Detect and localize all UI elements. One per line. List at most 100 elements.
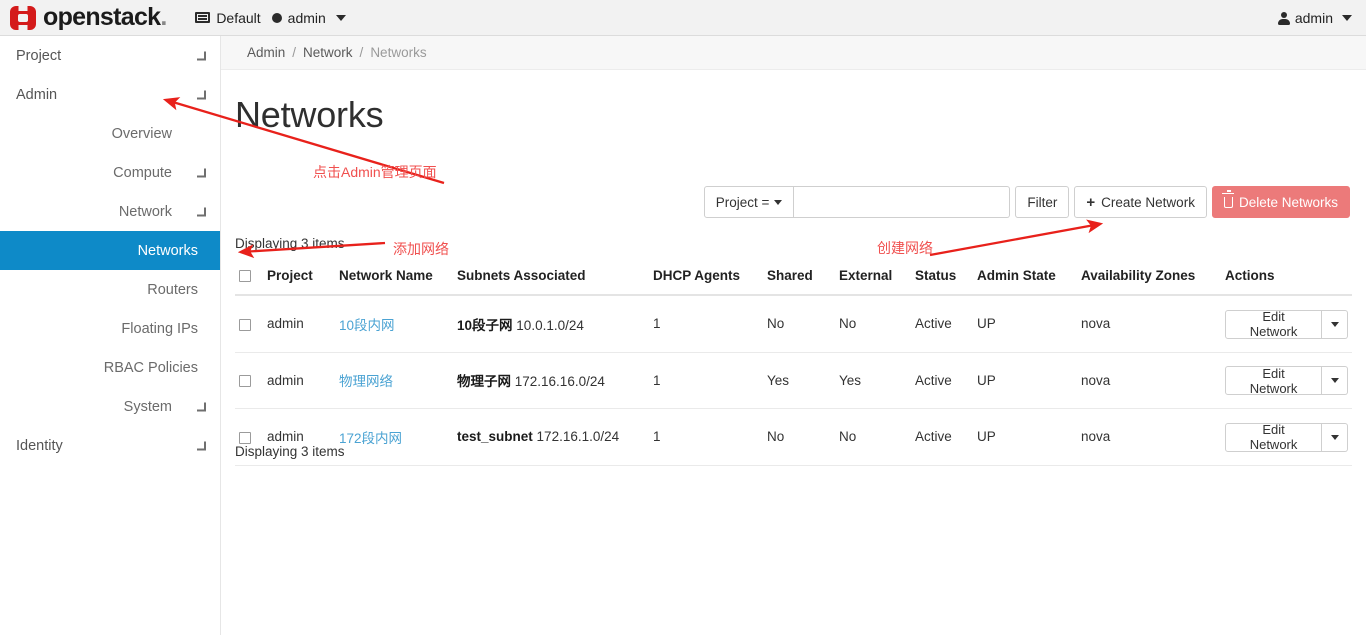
subnet-cidr: 172.16.16.0/24	[514, 374, 605, 390]
cell-subnets-associated: 10段子网 10.0.1.0/24	[453, 295, 649, 353]
sidebar-item-project[interactable]: Project	[0, 36, 220, 75]
card-icon	[195, 12, 211, 23]
caret-down-icon	[774, 199, 783, 205]
sidebar-item-compute[interactable]: Compute	[0, 153, 220, 192]
main-content: Admin / Network / Networks Networks Proj…	[221, 36, 1366, 635]
breadcrumb-item-network[interactable]: Network	[303, 45, 353, 60]
cell-status: Active	[911, 295, 973, 353]
caret-down-icon	[1330, 434, 1339, 440]
column-header-actions: Actions	[1221, 258, 1352, 296]
caret-down-icon	[1330, 378, 1339, 383]
table-row[interactable]: admin 172段内网 test_subnet 172.16.1.0/24 1 No N…	[235, 408, 1352, 466]
sidebar-item-network[interactable]: Network	[0, 192, 220, 231]
sidebar-item-label: Routers	[147, 281, 198, 298]
cell-availability-zones: nova	[1077, 295, 1221, 353]
cell-external: No	[835, 295, 911, 353]
cell-external: No	[835, 408, 911, 466]
column-header-project[interactable]: Project	[263, 258, 335, 296]
column-header-shared[interactable]: Shared	[763, 258, 835, 296]
sidebar-item-routers[interactable]: Routers	[0, 270, 220, 309]
cell-admin-state: UP	[973, 295, 1077, 353]
checkbox-icon[interactable]	[239, 431, 251, 444]
cell-shared: Yes	[763, 352, 835, 409]
row-action-group: Edit Network	[1225, 422, 1348, 452]
table-row[interactable]: admin 10段内网 10段子网 10.0.1.0/24 1 No No Active UP…	[235, 295, 1352, 353]
user-menu[interactable]: admin	[1277, 0, 1352, 36]
cell-actions: Edit Network	[1221, 295, 1352, 353]
column-header-external[interactable]: External	[835, 258, 911, 296]
chevron-down-icon	[197, 90, 206, 99]
filter-group: Project =	[703, 186, 1011, 218]
column-header-availability-zones[interactable]: Availability Zones	[1077, 258, 1221, 296]
sidebar-item-networks[interactable]: Networks	[0, 231, 220, 270]
sidebar-item-overview[interactable]: Overview	[0, 114, 220, 153]
cell-shared: No	[763, 408, 835, 466]
sidebar-item-identity[interactable]: Identity	[0, 426, 220, 465]
sidebar-item-rbac-policies[interactable]: RBAC Policies	[0, 348, 220, 387]
create-network-button[interactable]: + Create Network	[1074, 186, 1207, 218]
filter-field-select[interactable]: Project =	[703, 186, 795, 218]
edit-network-button[interactable]: Edit Network	[1225, 366, 1323, 396]
row-action-group: Edit Network	[1225, 309, 1348, 339]
cell-subnets-associated: 物理子网 172.16.16.0/24	[453, 352, 649, 409]
checkbox-icon[interactable]	[239, 375, 251, 388]
cell-admin-state: UP	[973, 352, 1077, 409]
row-actions-dropdown-button[interactable]	[1322, 366, 1348, 395]
sidebar-item-label: Networks	[137, 242, 198, 259]
column-header-dhcp-agents[interactable]: DHCP Agents	[649, 258, 763, 296]
project-label: admin	[287, 9, 326, 26]
cell-project: admin	[263, 352, 335, 409]
breadcrumb-separator: /	[359, 45, 364, 60]
context-switcher[interactable]: Default admin	[195, 10, 346, 26]
brand-logo[interactable]: openstack .	[10, 3, 167, 32]
network-name-link[interactable]: 172段内网	[339, 431, 402, 446]
trash-icon	[1222, 190, 1235, 208]
plus-icon: +	[1086, 193, 1096, 211]
row-actions-dropdown-button[interactable]	[1322, 422, 1348, 452]
checkbox-icon[interactable]	[239, 270, 251, 283]
cell-project: admin	[263, 295, 335, 353]
edit-network-button[interactable]: Edit Network	[1225, 309, 1323, 339]
chevron-right-icon	[197, 402, 206, 411]
table-header-row: Project Network Name Subnets Associated …	[235, 258, 1352, 296]
filter-input[interactable]	[794, 186, 1011, 218]
row-actions-dropdown-button[interactable]	[1322, 309, 1348, 339]
table-head: Project Network Name Subnets Associated …	[235, 258, 1352, 296]
checkbox-icon[interactable]	[239, 318, 251, 331]
edit-network-button[interactable]: Edit Network	[1225, 422, 1323, 452]
network-name-link[interactable]: 物理网络	[339, 374, 393, 389]
user-menu-label: admin	[1294, 10, 1333, 26]
caret-down-icon	[1342, 15, 1352, 21]
caret-down-icon	[335, 14, 346, 21]
column-header-admin-state[interactable]: Admin State	[973, 258, 1077, 296]
cell-external: Yes	[835, 352, 911, 409]
cell-availability-zones: nova	[1077, 352, 1221, 409]
breadcrumb-item-admin[interactable]: Admin	[247, 45, 285, 60]
cell-availability-zones: nova	[1077, 408, 1221, 466]
table-body: admin 10段内网 10段子网 10.0.1.0/24 1 No No Active UP…	[235, 295, 1352, 466]
chevron-down-icon	[197, 207, 206, 216]
top-navbar: openstack . Default admin admin	[0, 0, 1366, 36]
chevron-right-icon	[197, 51, 206, 60]
cell-subnets-associated: test_subnet 172.16.1.0/24	[453, 408, 649, 466]
delete-networks-label: Delete Networks	[1238, 194, 1338, 210]
sidebar-item-label: Network	[118, 203, 172, 220]
table-row[interactable]: admin 物理网络 物理子网 172.16.16.0/24 1 Yes Yes Activ…	[235, 352, 1352, 409]
sidebar-item-floating-ips[interactable]: Floating IPs	[0, 309, 220, 348]
subnet-cidr: 172.16.1.0/24	[536, 429, 620, 445]
sidebar-item-label: Identity	[16, 437, 63, 454]
sidebar-item-admin[interactable]: Admin	[0, 75, 220, 114]
cell-network-name: 物理网络	[335, 352, 453, 409]
page-title: Networks	[235, 94, 384, 135]
column-header-network-name[interactable]: Network Name	[335, 258, 453, 296]
breadcrumb-item-networks: Networks	[370, 45, 427, 60]
column-header-status[interactable]: Status	[911, 258, 973, 296]
network-name-link[interactable]: 10段内网	[339, 318, 395, 333]
item-count-top: Displaying 3 items	[235, 236, 345, 251]
sidebar-item-label: System	[123, 398, 172, 415]
sidebar-item-system[interactable]: System	[0, 387, 220, 426]
filter-button[interactable]: Filter	[1015, 186, 1070, 218]
networks-table: Project Network Name Subnets Associated …	[235, 258, 1352, 466]
delete-networks-button[interactable]: Delete Networks	[1211, 186, 1350, 218]
column-header-subnets-associated[interactable]: Subnets Associated	[453, 258, 649, 296]
